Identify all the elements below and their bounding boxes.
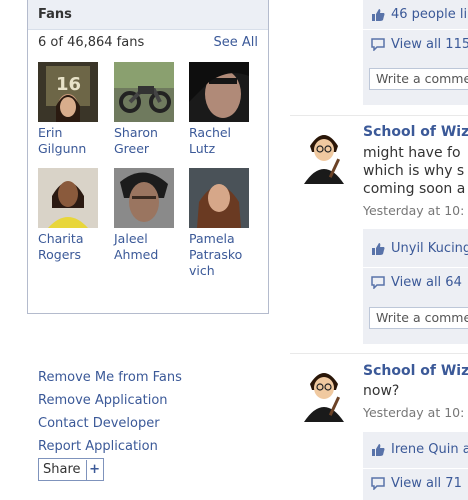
- post-avatar[interactable]: [300, 362, 348, 422]
- fan-item[interactable]: Charita Rogers: [38, 168, 104, 263]
- thumbs-up-icon: [370, 442, 386, 456]
- fan-item[interactable]: 16 Erin Gilgunn: [38, 62, 104, 157]
- view-all-comments-link[interactable]: View all 64: [391, 275, 462, 290]
- fan-photo[interactable]: 16: [38, 62, 98, 122]
- likes-text[interactable]: Irene Quin a: [391, 442, 468, 457]
- fan-name[interactable]: Erin Gilgunn: [38, 125, 102, 157]
- fan-photo[interactable]: [38, 168, 98, 228]
- post-avatar[interactable]: [300, 124, 348, 184]
- fan-item[interactable]: Rachel Lutz: [189, 62, 255, 157]
- post-text-line: now?: [363, 383, 400, 399]
- likes-row[interactable]: 46 people li: [363, 0, 468, 28]
- fan-name[interactable]: Jaleel Ahmed: [114, 231, 178, 263]
- share-button[interactable]: Share +: [38, 458, 104, 481]
- fan-photo[interactable]: [189, 62, 249, 122]
- view-all-comments-row[interactable]: View all 71: [363, 468, 468, 497]
- see-all-link[interactable]: See All: [214, 35, 259, 50]
- post-author-link[interactable]: School of Wiz: [363, 124, 468, 140]
- remove-application-link[interactable]: Remove Application: [38, 389, 182, 412]
- likes-row[interactable]: Irene Quin a: [363, 435, 468, 463]
- share-plus-icon[interactable]: +: [87, 460, 103, 480]
- fans-count-bar: 6 of 46,864 fans See All: [28, 30, 268, 54]
- post-text-line: coming soon a: [363, 181, 466, 197]
- view-all-comments-row[interactable]: View all 115: [363, 29, 468, 58]
- fan-name[interactable]: Sharon Greer: [114, 125, 178, 157]
- post-timestamp[interactable]: Yesterday at 10:: [363, 203, 468, 218]
- fan-photo[interactable]: [189, 168, 249, 228]
- fans-title: Fans: [28, 0, 268, 30]
- view-all-comments-row[interactable]: View all 64: [363, 267, 468, 296]
- news-feed: 46 people li View all 115 Write a comme …: [290, 0, 468, 500]
- contact-developer-link[interactable]: Contact Developer: [38, 412, 182, 435]
- write-comment-input[interactable]: Write a comme: [369, 307, 468, 329]
- likes-text[interactable]: 46 people li: [391, 7, 467, 22]
- comment-icon: [370, 275, 386, 289]
- post-author-link[interactable]: School of Wiz: [363, 363, 468, 379]
- fans-count: 6 of 46,864 fans: [38, 34, 145, 50]
- fan-photo[interactable]: [114, 62, 174, 122]
- svg-text:16: 16: [56, 74, 81, 95]
- fan-item[interactable]: Jaleel Ahmed: [114, 168, 180, 263]
- fan-name[interactable]: Charita Rogers: [38, 231, 102, 263]
- fan-name[interactable]: Pamela Patrasko vich: [189, 231, 253, 279]
- remove-me-from-fans-link[interactable]: Remove Me from Fans: [38, 366, 182, 389]
- comment-icon: [370, 476, 386, 490]
- fan-item[interactable]: Pamela Patrasko vich: [189, 168, 255, 279]
- report-application-link[interactable]: Report Application: [38, 435, 182, 458]
- view-all-comments-link[interactable]: View all 115: [391, 37, 468, 52]
- fan-item[interactable]: Sharon Greer: [114, 62, 180, 157]
- likes-row[interactable]: Unyil Kucing: [363, 234, 468, 262]
- thumbs-up-icon: [370, 7, 386, 21]
- fans-box: Fans 6 of 46,864 fans See All 16 Erin Gi…: [27, 0, 269, 314]
- post-text-line: might have fo: [363, 145, 461, 161]
- fan-name[interactable]: Rachel Lutz: [189, 125, 253, 157]
- view-all-comments-link[interactable]: View all 71: [391, 476, 462, 491]
- likes-text[interactable]: Unyil Kucing: [391, 241, 468, 256]
- write-comment-input[interactable]: Write a comme: [369, 68, 468, 90]
- post-timestamp[interactable]: Yesterday at 10:: [363, 405, 468, 420]
- post-divider: [290, 115, 468, 116]
- comment-icon: [370, 37, 386, 51]
- application-links: Remove Me from Fans Remove Application C…: [38, 366, 182, 458]
- post-text-line: which is why s: [363, 163, 465, 179]
- thumbs-up-icon: [370, 241, 386, 255]
- share-label[interactable]: Share: [39, 459, 87, 480]
- post-divider: [290, 353, 468, 354]
- fan-photo[interactable]: [114, 168, 174, 228]
